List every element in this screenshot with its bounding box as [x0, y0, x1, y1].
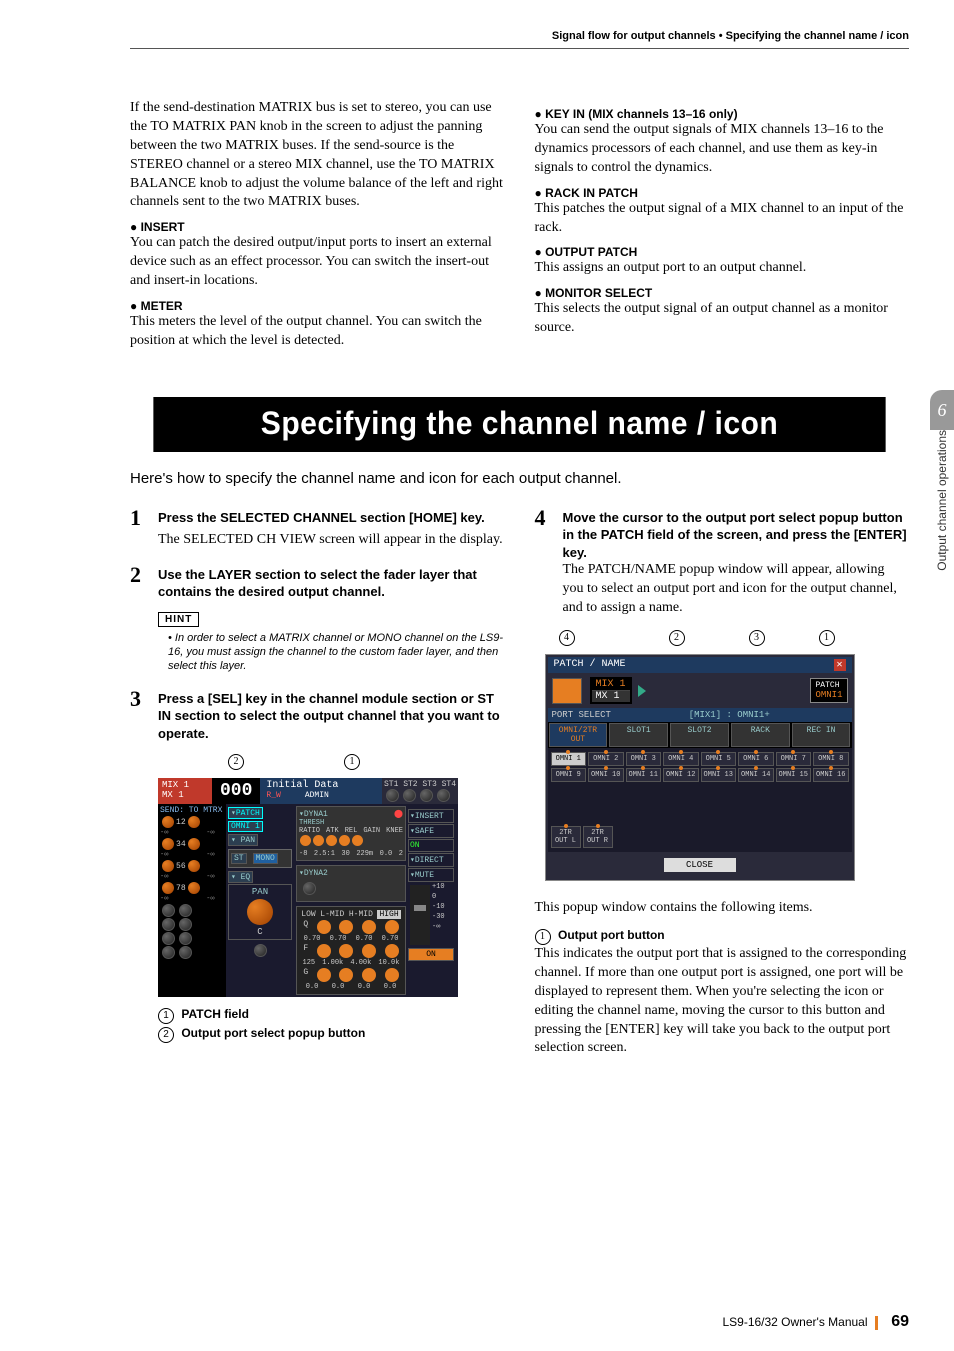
mono-button[interactable]: MONO	[253, 853, 278, 864]
section-intro: Here's how to specify the channel name a…	[130, 470, 909, 487]
2tr-out-button[interactable]: 2TR OUT R	[583, 826, 613, 848]
pan-section: ▾ PAN	[228, 834, 258, 846]
omni-port-button[interactable]: OMNI 10	[588, 768, 624, 782]
monsel-body: This selects the output signal of an out…	[535, 300, 910, 338]
step-number: 2	[130, 562, 150, 588]
step-number: 3	[130, 686, 150, 712]
channel-fader[interactable]	[410, 885, 430, 945]
step1-title: Press the SELECTED CHANNEL section [HOME…	[158, 505, 485, 527]
channel-icon[interactable]	[552, 678, 582, 704]
2tr-out-button[interactable]: 2TR OUT L	[551, 826, 581, 848]
omni-port-button[interactable]: OMNI 9	[551, 768, 587, 782]
omni-port-button[interactable]: OMNI 13	[701, 768, 737, 782]
tab-omni[interactable]: OMNI/2TR OUT	[549, 723, 608, 747]
close-icon[interactable]: ✕	[834, 659, 846, 671]
rackin-body: This patches the output signal of a MIX …	[535, 200, 910, 238]
keyin-head: KEY IN (MIX channels 13–16 only)	[535, 107, 910, 121]
patch-button[interactable]: ▾PATCH	[228, 807, 263, 819]
tab-slot2[interactable]: SLOT2	[670, 723, 729, 747]
omni-port-button[interactable]: OMNI 11	[626, 768, 662, 782]
callout-patch-field: 1 PATCH field	[158, 1007, 505, 1024]
omni-port-button[interactable]: OMNI 1	[551, 752, 587, 766]
tab-recin[interactable]: REC IN	[792, 723, 851, 747]
matrix-paragraph: If the send-destination MATRIX bus is se…	[130, 99, 505, 212]
pan-knob[interactable]	[247, 899, 273, 925]
step3-title: Press a [SEL] key in the channel module …	[158, 686, 505, 743]
monsel-head: MONITOR SELECT	[535, 286, 910, 300]
omni-port-button[interactable]: OMNI 14	[738, 768, 774, 782]
figure-callout-row: 2 1	[158, 754, 505, 770]
step2-title: Use the LAYER section to select the fade…	[158, 562, 505, 601]
arrow-right-icon[interactable]	[638, 685, 646, 697]
outpatch-body: This assigns an output port to an output…	[535, 259, 910, 278]
callout-output-port-popup: 2 Output port select popup button	[158, 1026, 505, 1043]
patch-name-popup-screenshot: PATCH / NAME ✕ MIX 1 MX 1 PATCH OMNI1	[545, 654, 855, 881]
omni-port-button[interactable]: OMNI 8	[813, 752, 849, 766]
meter-head: METER	[130, 299, 505, 313]
item1-heading: 1 Output port button	[535, 928, 910, 945]
omni-port-button[interactable]: OMNI 15	[776, 768, 812, 782]
omni-port-button[interactable]: OMNI 2	[588, 752, 624, 766]
item1-body: This indicates the output port that is a…	[535, 945, 910, 1058]
meter-body: This meters the level of the output chan…	[130, 313, 505, 351]
name-display-top: MIX 1	[592, 679, 630, 691]
omni-port-button[interactable]: OMNI 7	[776, 752, 812, 766]
output-port-button[interactable]: PATCH OMNI1	[810, 678, 847, 703]
eq-toggle[interactable]	[254, 944, 267, 957]
selected-ch-view-screenshot: MIX 1 MX 1 000 Initial Data R_W ADMIN ST…	[158, 778, 458, 997]
omni-port-button[interactable]: OMNI 5	[701, 752, 737, 766]
omni-button[interactable]: OMNI 1	[228, 821, 263, 832]
hint-label: HINT	[158, 612, 199, 627]
hint-text: • In order to select a MATRIX channel or…	[168, 631, 505, 674]
eq-section: ▾ EQ	[228, 871, 253, 883]
step-number: 4	[535, 505, 555, 531]
omni-port-button[interactable]: OMNI 3	[626, 752, 662, 766]
mix-channel-label: MIX 1 MX 1	[158, 778, 212, 804]
tab-rack[interactable]: RACK	[731, 723, 790, 747]
rackin-head: RACK IN PATCH	[535, 186, 910, 200]
step1-body: The SELECTED CH VIEW screen will appear …	[158, 531, 505, 550]
omni-port-button[interactable]: OMNI 16	[813, 768, 849, 782]
close-button[interactable]: CLOSE	[664, 858, 736, 872]
omni-port-button[interactable]: OMNI 12	[663, 768, 699, 782]
scene-name: Initial Data R_W ADMIN	[260, 778, 382, 804]
chapter-number: 6	[930, 390, 954, 430]
step4-title: Move the cursor to the output port selec…	[563, 505, 910, 562]
name-edit-field[interactable]: MX 1	[592, 691, 630, 702]
keyin-body: You can send the output signals of MIX c…	[535, 121, 910, 178]
step4-body: The PATCH/NAME popup window will appear,…	[563, 561, 910, 618]
insert-body: You can patch the desired output/input p…	[130, 234, 505, 291]
running-header: Signal flow for output channels • Specif…	[130, 30, 909, 49]
page-footer: LS9-16/32 Owner's Manual 69	[722, 1313, 909, 1331]
scene-counter: 000	[212, 778, 260, 804]
outpatch-head: OUTPUT PATCH	[535, 245, 910, 259]
side-tab: 6 Output channel operations	[930, 390, 954, 680]
omni-port-button[interactable]: OMNI 6	[738, 752, 774, 766]
insert-head: INSERT	[130, 220, 505, 234]
omni-port-button[interactable]: OMNI 4	[663, 752, 699, 766]
section-banner: Specifying the channel name / icon	[153, 397, 885, 452]
tab-slot1[interactable]: SLOT1	[609, 723, 668, 747]
chapter-label: Output channel operations	[935, 430, 949, 579]
st-button[interactable]: ST	[231, 853, 247, 864]
popup-description: This popup window contains the following…	[535, 899, 910, 918]
step-number: 1	[130, 505, 150, 531]
